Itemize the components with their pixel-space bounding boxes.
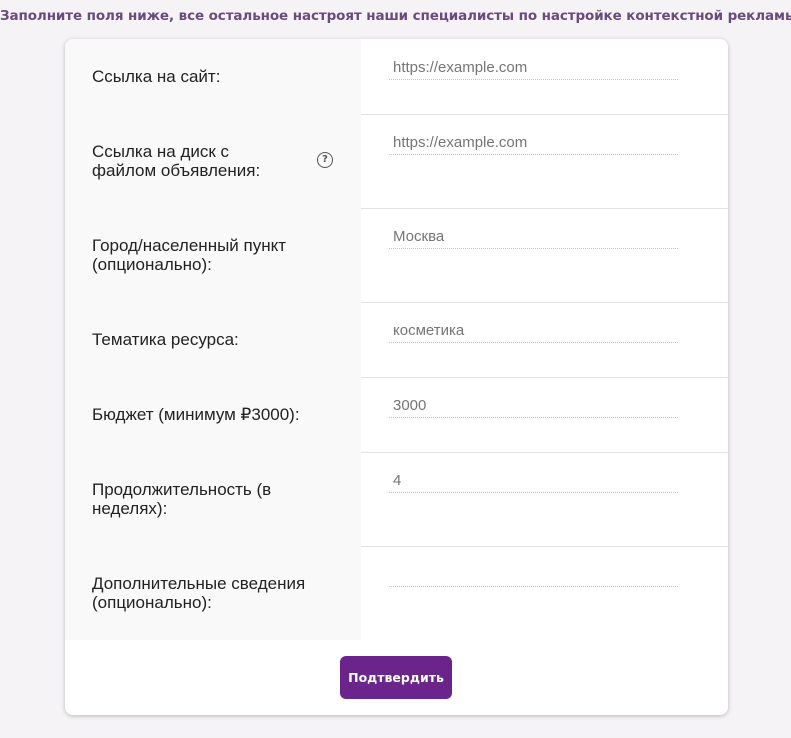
topic-input[interactable] xyxy=(389,319,678,343)
city-input[interactable] xyxy=(389,225,678,249)
duration-label: Продолжительность (в неделях): xyxy=(92,480,272,518)
topic-label: Тематика ресурса: xyxy=(92,330,239,349)
form-row-site-link: Ссылка на сайт: xyxy=(65,39,728,115)
budget-label: Бюджет (минимум ₽3000): xyxy=(92,405,300,424)
site-link-input[interactable] xyxy=(389,56,678,80)
form-row-disk-link: Ссылка на диск с файлом объявления: ? xyxy=(65,114,728,209)
form-footer: Подтвердить xyxy=(65,640,728,715)
form-row-topic: Тематика ресурса: xyxy=(65,302,728,378)
form-row-duration: Продолжительность (в неделях): xyxy=(65,452,728,547)
order-form: Ссылка на сайт: Ссылка на диск с файлом … xyxy=(65,39,728,715)
form-row-additional-info: Дополнительные сведения (опционально): xyxy=(65,546,728,641)
form-row-budget: Бюджет (минимум ₽3000): xyxy=(65,377,728,453)
form-row-city: Город/населенный пункт (опционально): xyxy=(65,208,728,303)
additional-info-label: Дополнительные сведения (опционально): xyxy=(92,574,306,612)
help-icon[interactable]: ? xyxy=(317,152,333,168)
disk-link-label: Ссылка на диск с файлом объявления: xyxy=(92,142,261,180)
disk-link-input[interactable] xyxy=(389,131,678,155)
site-link-label: Ссылка на сайт: xyxy=(92,67,221,86)
budget-input[interactable] xyxy=(389,394,678,418)
form-heading: Заполните поля ниже, все остальное настр… xyxy=(0,8,791,24)
city-label: Город/населенный пункт (опционально): xyxy=(92,236,287,274)
submit-button[interactable]: Подтвердить xyxy=(340,656,452,699)
duration-input[interactable] xyxy=(389,469,678,493)
additional-info-input[interactable] xyxy=(389,563,678,587)
